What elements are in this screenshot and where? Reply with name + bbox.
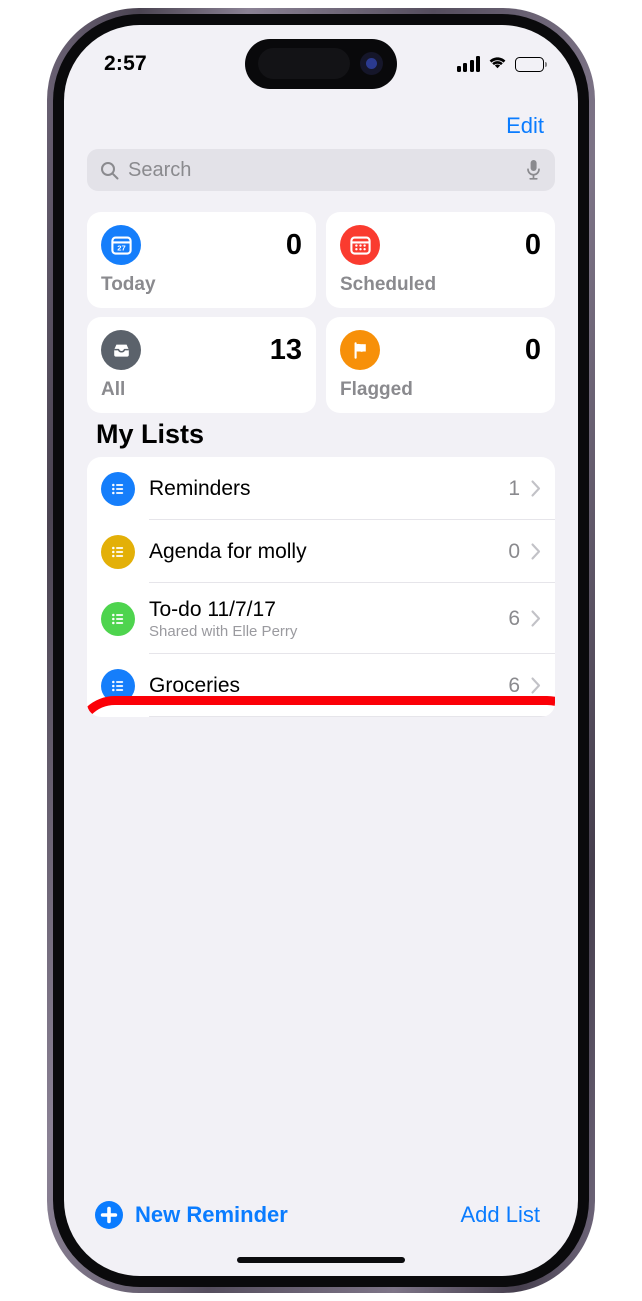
- nav-bar: Edit: [506, 113, 544, 139]
- list-item-to-do[interactable]: To-do 11/7/17 Shared with Elle Perry 6: [87, 583, 555, 654]
- edit-button[interactable]: Edit: [506, 113, 544, 138]
- bottom-toolbar: New Reminder Add List: [64, 1200, 578, 1230]
- smart-card-top: 13: [101, 330, 302, 370]
- smart-card-count: 0: [524, 228, 541, 261]
- smart-card-flagged[interactable]: 0 Flagged: [326, 317, 555, 413]
- row-separator: [149, 716, 555, 717]
- list-item-count: 1: [508, 476, 520, 500]
- status-indicators: [456, 54, 548, 75]
- phone-frame: 2:57 Edit Search 27 0 Today 0 Scheduled …: [47, 8, 595, 1293]
- list-item-count: 6: [508, 606, 520, 630]
- bulleted-list-icon: [101, 668, 135, 703]
- smart-card-label: All: [101, 379, 126, 400]
- smart-card-top: 0: [340, 225, 541, 265]
- list-item-reminders[interactable]: Reminders 1: [87, 457, 555, 520]
- microphone-icon[interactable]: [525, 159, 542, 181]
- list-item-text: Agenda for molly: [149, 540, 508, 564]
- smart-card-label: Today: [101, 274, 156, 295]
- bulleted-list-icon: [101, 471, 135, 506]
- dynamic-island: [245, 39, 397, 89]
- smart-card-label: Flagged: [340, 379, 413, 400]
- my-lists-card: Reminders 1 Agenda for molly 0 To-do 11/…: [87, 457, 555, 717]
- smart-card-count: 13: [269, 333, 302, 366]
- smart-card-today[interactable]: 27 0 Today: [87, 212, 316, 308]
- front-camera-icon: [360, 52, 383, 75]
- search-icon: [100, 161, 119, 180]
- smart-card-scheduled[interactable]: 0 Scheduled: [326, 212, 555, 308]
- smart-lists-grid: 27 0 Today 0 Scheduled 13 All 0 Flagged: [87, 212, 555, 413]
- calendar-grid-icon: [340, 225, 380, 265]
- battery-full-icon: [515, 56, 548, 72]
- search-bar[interactable]: [87, 149, 555, 191]
- new-reminder-button[interactable]: New Reminder: [94, 1200, 288, 1230]
- new-reminder-label: New Reminder: [135, 1202, 288, 1227]
- chevron-right-icon: [531, 543, 541, 560]
- list-item-title: Agenda for molly: [149, 539, 307, 563]
- calendar-day-icon: 27: [101, 225, 141, 265]
- chevron-right-icon: [531, 677, 541, 694]
- search-input[interactable]: [128, 158, 525, 182]
- smart-card-all[interactable]: 13 All: [87, 317, 316, 413]
- list-item-groceries[interactable]: Groceries 6: [87, 654, 555, 717]
- my-lists-header: My Lists: [96, 419, 205, 449]
- island-speaker: [258, 48, 350, 79]
- bulleted-list-icon: [101, 534, 135, 569]
- chevron-right-icon: [531, 610, 541, 627]
- flag-icon: [340, 330, 380, 370]
- list-item-subtitle: Shared with Elle Perry: [149, 622, 298, 640]
- smart-card-count: 0: [285, 228, 302, 261]
- phone-screen: 2:57 Edit Search 27 0 Today 0 Scheduled …: [64, 25, 578, 1276]
- plus-circle-icon: [94, 1200, 124, 1230]
- inbox-tray-icon: [101, 330, 141, 370]
- list-item-agenda-for-molly[interactable]: Agenda for molly 0: [87, 520, 555, 583]
- smart-card-top: 0: [340, 330, 541, 370]
- smart-card-count: 0: [524, 333, 541, 366]
- chevron-right-icon: [531, 480, 541, 497]
- svg-text:27: 27: [117, 243, 125, 252]
- smart-card-top: 27 0: [101, 225, 302, 265]
- list-item-text: Reminders: [149, 477, 508, 501]
- list-item-title: To-do 11/7/17: [149, 597, 276, 621]
- list-item-count: 6: [508, 673, 520, 697]
- list-item-title: Reminders: [149, 476, 251, 500]
- list-item-title: Groceries: [149, 673, 241, 697]
- phone-bezel: 2:57 Edit Search 27 0 Today 0 Scheduled …: [53, 14, 589, 1287]
- wifi-icon: [487, 54, 508, 75]
- add-list-button[interactable]: Add List: [461, 1202, 541, 1228]
- list-item-text: To-do 11/7/17 Shared with Elle Perry: [149, 598, 508, 640]
- list-item-text: Groceries: [149, 674, 508, 698]
- status-time: 2:57: [104, 52, 147, 75]
- cellular-signal-icon: [456, 56, 480, 72]
- bulleted-list-icon: [101, 601, 135, 636]
- smart-card-label: Scheduled: [340, 274, 437, 295]
- home-indicator[interactable]: [237, 1257, 405, 1263]
- list-item-count: 0: [508, 539, 520, 563]
